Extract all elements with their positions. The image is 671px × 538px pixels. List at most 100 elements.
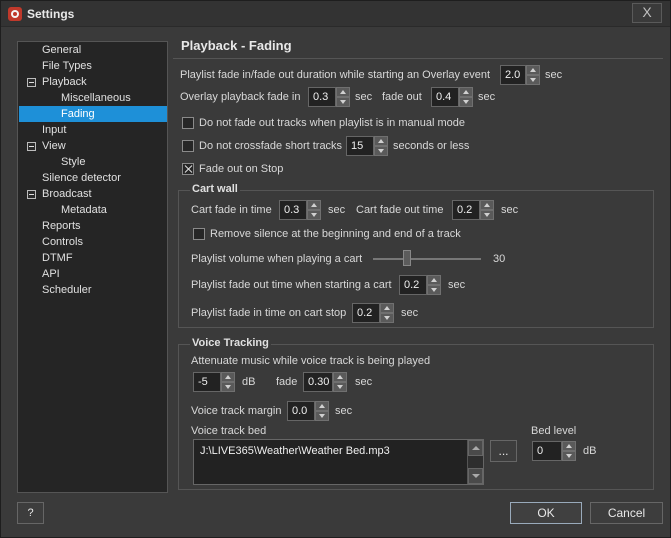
tree-item-reports[interactable]: Reports bbox=[42, 218, 81, 234]
vt-bed-scrollbar[interactable] bbox=[467, 440, 483, 484]
tree-item-broadcast[interactable]: Broadcast bbox=[42, 186, 92, 202]
overlay-fadeout-input[interactable]: 0.4 bbox=[431, 87, 459, 107]
tree-item-style[interactable]: Style bbox=[61, 154, 85, 170]
overlay-fadeout-stepper[interactable]: 0.4 bbox=[431, 87, 473, 107]
browse-button[interactable]: ... bbox=[490, 440, 517, 462]
spin-up-icon[interactable] bbox=[336, 87, 350, 97]
app-logo-icon bbox=[8, 7, 22, 21]
bed-level-input[interactable]: 0 bbox=[532, 441, 562, 461]
spin-down-icon[interactable] bbox=[380, 313, 394, 323]
overlay-event-input[interactable]: 2.0 bbox=[500, 65, 526, 85]
cart-fadeout-stepper[interactable]: 0.2 bbox=[452, 200, 494, 220]
cart-start-fadeout-input[interactable]: 0.2 bbox=[399, 275, 427, 295]
spin-down-icon[interactable] bbox=[221, 382, 235, 392]
tree-item-general[interactable]: General bbox=[42, 42, 81, 58]
remove-silence-checkbox[interactable] bbox=[193, 228, 205, 240]
overlay-fadein-input[interactable]: 0.3 bbox=[308, 87, 336, 107]
spin-up-icon[interactable] bbox=[480, 200, 494, 210]
tree-item-dtmf[interactable]: DTMF bbox=[42, 250, 73, 266]
spin-up-icon[interactable] bbox=[427, 275, 441, 285]
tree-item-fading[interactable]: Fading bbox=[19, 106, 167, 122]
vt-bed-label: Voice track bed bbox=[191, 425, 267, 437]
spin-down-icon[interactable] bbox=[315, 411, 329, 421]
spin-up-icon[interactable] bbox=[526, 65, 540, 75]
tree-item-playback[interactable]: Playback bbox=[42, 74, 87, 90]
attenuate-input[interactable]: -5 bbox=[193, 372, 221, 392]
overlay-fadein-stepper[interactable]: 0.3 bbox=[308, 87, 350, 107]
close-button[interactable]: X bbox=[632, 3, 662, 23]
tree-item-silence-detector[interactable]: Silence detector bbox=[42, 170, 121, 186]
scroll-down-icon[interactable] bbox=[468, 468, 483, 484]
cancel-button[interactable]: Cancel bbox=[590, 502, 663, 524]
spin-down-icon[interactable] bbox=[374, 146, 388, 156]
db-label: dB bbox=[583, 445, 597, 457]
spin-down-icon[interactable] bbox=[307, 210, 321, 220]
spin-up-icon[interactable] bbox=[333, 372, 347, 382]
sec-label: sec bbox=[335, 405, 353, 417]
cart-fadein-stepper[interactable]: 0.3 bbox=[279, 200, 321, 220]
help-button[interactable]: ? bbox=[17, 502, 44, 524]
tree-item-input[interactable]: Input bbox=[42, 122, 66, 138]
tree-item-view[interactable]: View bbox=[42, 138, 66, 154]
spin-down-icon[interactable] bbox=[526, 75, 540, 85]
slider-thumb[interactable] bbox=[403, 250, 411, 266]
attenuate-stepper[interactable]: -5 bbox=[193, 372, 235, 392]
spin-down-icon[interactable] bbox=[427, 285, 441, 295]
vt-fade-stepper[interactable]: 0.30 bbox=[303, 372, 349, 392]
cart-stop-fadein-stepper[interactable]: 0.2 bbox=[352, 303, 394, 323]
no-fade-manual-checkbox[interactable] bbox=[182, 117, 194, 129]
spin-down-icon[interactable] bbox=[480, 210, 494, 220]
settings-tree[interactable]: General File Types Playback Miscellaneou… bbox=[17, 41, 168, 493]
spin-up-icon[interactable] bbox=[307, 200, 321, 210]
vt-margin-input[interactable]: 0.0 bbox=[287, 401, 315, 421]
cart-volume-slider[interactable] bbox=[373, 258, 481, 260]
tree-item-api[interactable]: API bbox=[42, 266, 60, 282]
scroll-up-icon[interactable] bbox=[468, 440, 483, 456]
tree-item-scheduler[interactable]: Scheduler bbox=[42, 282, 92, 298]
bed-level-stepper[interactable]: 0 bbox=[532, 441, 576, 461]
spin-down-icon[interactable] bbox=[336, 97, 350, 107]
no-crossfade-checkbox[interactable] bbox=[182, 140, 194, 152]
spin-down-icon[interactable] bbox=[562, 451, 576, 461]
cart-start-fadeout-stepper[interactable]: 0.2 bbox=[399, 275, 441, 295]
fade-on-stop-checkbox[interactable] bbox=[182, 163, 194, 175]
overlay-fadeout-label: fade out bbox=[382, 91, 422, 103]
spin-down-icon[interactable] bbox=[333, 382, 347, 392]
bed-level-label: Bed level bbox=[531, 425, 577, 437]
collapse-icon[interactable] bbox=[27, 78, 36, 87]
vt-margin-stepper[interactable]: 0.0 bbox=[287, 401, 329, 421]
sec-label: sec bbox=[355, 91, 373, 103]
title-bar: Settings X bbox=[1, 1, 670, 27]
spin-up-icon[interactable] bbox=[459, 87, 473, 97]
window-title: Settings bbox=[27, 7, 75, 21]
cart-stop-fadein-input[interactable]: 0.2 bbox=[352, 303, 380, 323]
spin-down-icon[interactable] bbox=[459, 97, 473, 107]
vt-bed-path-field[interactable]: J:\LIVE365\Weather\Weather Bed.mp3 bbox=[193, 439, 484, 485]
tree-item-file-types[interactable]: File Types bbox=[42, 58, 92, 74]
page-title: Playback - Fading bbox=[181, 38, 292, 53]
cart-wall-title: Cart wall bbox=[190, 183, 240, 195]
close-icon: X bbox=[642, 4, 652, 20]
cart-fadeout-input[interactable]: 0.2 bbox=[452, 200, 480, 220]
tree-item-controls[interactable]: Controls bbox=[42, 234, 83, 250]
spin-up-icon[interactable] bbox=[221, 372, 235, 382]
spin-up-icon[interactable] bbox=[315, 401, 329, 411]
sec-label: sec bbox=[501, 204, 519, 216]
crossfade-seconds-stepper[interactable]: 15 bbox=[346, 136, 388, 156]
spin-up-icon[interactable] bbox=[562, 441, 576, 451]
attenuate-label: Attenuate music while voice track is bei… bbox=[191, 355, 431, 367]
sec-label: sec bbox=[328, 204, 346, 216]
cart-fadein-label: Cart fade in time bbox=[191, 204, 272, 216]
spin-up-icon[interactable] bbox=[374, 136, 388, 146]
spin-up-icon[interactable] bbox=[380, 303, 394, 313]
crossfade-seconds-input[interactable]: 15 bbox=[346, 136, 374, 156]
vt-fade-input[interactable]: 0.30 bbox=[303, 372, 333, 392]
tree-item-miscellaneous[interactable]: Miscellaneous bbox=[61, 90, 131, 106]
collapse-icon[interactable] bbox=[27, 142, 36, 151]
collapse-icon[interactable] bbox=[27, 190, 36, 199]
tree-item-metadata[interactable]: Metadata bbox=[61, 202, 107, 218]
cart-fadein-input[interactable]: 0.3 bbox=[279, 200, 307, 220]
ok-button[interactable]: OK bbox=[510, 502, 582, 524]
overlay-event-stepper[interactable]: 2.0 bbox=[500, 65, 540, 85]
overlay-fadein-label: Overlay playback fade in bbox=[180, 91, 301, 103]
